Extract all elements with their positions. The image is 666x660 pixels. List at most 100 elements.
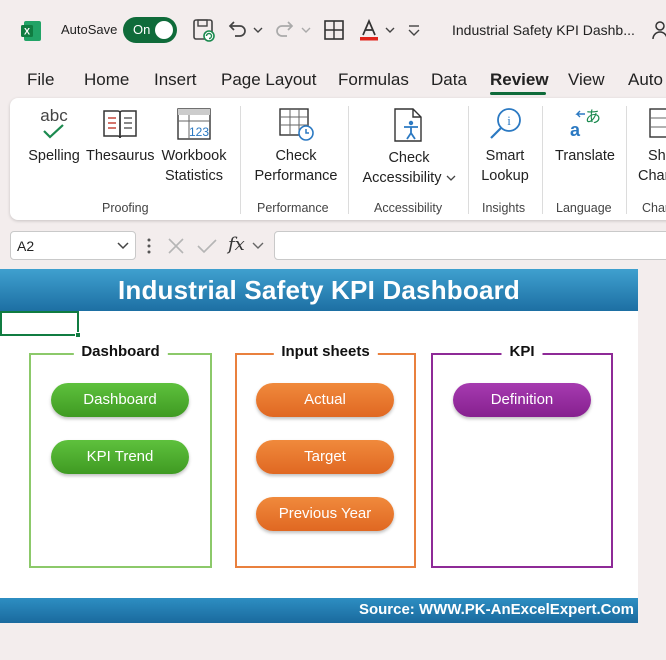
title-bar: X AutoSave On Industrial Safety KPI Dash…	[0, 0, 666, 62]
footer-source: Source: WWW.PK-AnExcelExpert.Com	[358, 601, 634, 618]
redo-dropdown-icon[interactable]	[300, 17, 312, 43]
spelling-icon: abc	[40, 106, 68, 139]
dashboard-banner: Industrial Safety KPI Dashboard	[0, 269, 638, 311]
banner-title: Industrial Safety KPI Dashboard	[117, 275, 521, 305]
check-performance-line2: Performance	[254, 168, 338, 184]
insert-function-icon[interactable]: fx	[228, 234, 245, 255]
group-separator	[542, 106, 543, 214]
excel-logo-icon: X	[21, 21, 41, 41]
more-options-icon[interactable]	[144, 236, 154, 256]
autosave-label: AutoSave	[61, 22, 118, 37]
smart-lookup-line1: Smart	[485, 148, 525, 164]
translate-icon: a あ	[570, 107, 601, 140]
show-changes-button[interactable]: Sh Chan	[638, 106, 666, 186]
tab-insert[interactable]: Insert	[154, 70, 197, 90]
source-footer: Source: WWW.PK-AnExcelExpert.Com	[0, 598, 638, 623]
spelling-label: Spelling	[28, 148, 80, 164]
tab-review[interactable]: Review	[490, 70, 549, 90]
autosave-state: On	[133, 22, 151, 37]
show-changes-line2: Chan	[638, 168, 666, 184]
workbook-statistics-line2: Statistics	[164, 168, 223, 184]
redo-icon[interactable]	[272, 17, 298, 43]
check-performance-button[interactable]: Check Performance	[248, 106, 344, 186]
svg-text:X: X	[24, 27, 30, 37]
undo-icon[interactable]	[224, 17, 250, 43]
save-icon[interactable]	[191, 17, 217, 43]
group-label-proofing: Proofing	[102, 201, 149, 215]
svg-text:a: a	[570, 120, 581, 140]
tab-page-layout[interactable]: Page Layout	[221, 70, 316, 90]
group-label-insights: Insights	[482, 201, 526, 215]
smart-lookup-icon: i	[490, 108, 521, 139]
active-tab-indicator	[490, 92, 546, 95]
definition-button[interactable]: Definition	[453, 383, 591, 417]
show-changes-icon	[649, 108, 666, 138]
panel-dashboard: Dashboard Dashboard KPI Trend	[29, 343, 212, 568]
previous-year-button[interactable]: Previous Year	[256, 497, 394, 531]
name-box-value: A2	[17, 238, 35, 254]
fill-handle[interactable]	[75, 332, 81, 338]
check-accessibility-button[interactable]: Check Accessibility	[354, 106, 464, 188]
panel-kpi-title: KPI	[501, 343, 543, 360]
toggle-knob	[155, 21, 173, 39]
panel-input-sheets-title: Input sheets	[273, 343, 378, 360]
tab-automate[interactable]: Auto	[628, 70, 663, 90]
chevron-down-icon[interactable]	[252, 241, 264, 251]
font-color-icon[interactable]	[356, 17, 382, 43]
undo-dropdown-icon[interactable]	[252, 17, 264, 43]
account-icon[interactable]	[652, 20, 666, 40]
group-label-performance: Performance	[257, 201, 329, 215]
smart-lookup-button[interactable]: i Smart Lookup	[472, 106, 538, 186]
workbook-statistics-line1: Workbook	[161, 148, 227, 164]
chevron-down-icon	[446, 175, 455, 181]
ribbon: abc Spelling Thesaurus 123 Workbook Stat…	[10, 98, 666, 220]
font-color-dropdown-icon[interactable]	[384, 17, 396, 43]
thesaurus-book-icon	[103, 110, 137, 139]
show-changes-line1: Sh	[648, 148, 666, 164]
group-separator	[468, 106, 469, 214]
selected-cell-a2[interactable]	[0, 311, 81, 338]
worksheet[interactable]: Industrial Safety KPI Dashboard Dashboar…	[0, 269, 638, 623]
group-separator	[240, 106, 241, 214]
svg-text:あ: あ	[585, 107, 601, 126]
customize-toolbar-icon[interactable]	[404, 17, 424, 43]
translate-label: Translate	[555, 148, 615, 164]
cancel-icon[interactable]	[166, 236, 186, 256]
svg-text:i: i	[507, 113, 511, 128]
borders-icon[interactable]	[321, 17, 347, 43]
svg-text:abc: abc	[40, 106, 68, 125]
target-button[interactable]: Target	[256, 440, 394, 474]
panel-kpi: KPI Definition	[431, 343, 613, 568]
tab-home[interactable]: Home	[84, 70, 129, 90]
smart-lookup-line2: Lookup	[481, 168, 529, 184]
tab-file[interactable]: File	[27, 70, 54, 90]
group-label-accessibility: Accessibility	[374, 201, 443, 215]
formula-controls: fx	[144, 231, 270, 260]
enter-check-icon[interactable]	[196, 236, 218, 256]
check-accessibility-line1: Check	[388, 150, 430, 166]
name-box[interactable]: A2	[10, 231, 136, 260]
group-separator	[348, 106, 349, 214]
tab-view[interactable]: View	[568, 70, 605, 90]
thesaurus-button[interactable]: Thesaurus	[86, 106, 155, 166]
group-label-changes: Chan	[642, 201, 666, 215]
document-title: Industrial Safety KPI Dashb...	[452, 22, 635, 38]
spelling-button[interactable]: abc Spelling	[24, 106, 84, 166]
dashboard-button[interactable]: Dashboard	[51, 383, 189, 417]
kpi-trend-button[interactable]: KPI Trend	[51, 440, 189, 474]
tab-formulas[interactable]: Formulas	[338, 70, 409, 90]
tab-data[interactable]: Data	[431, 70, 467, 90]
group-separator	[626, 106, 627, 214]
panel-dashboard-title: Dashboard	[73, 343, 168, 360]
workbook-statistics-button[interactable]: 123 Workbook Statistics	[156, 106, 232, 186]
translate-button[interactable]: a あ Translate	[550, 106, 620, 166]
panel-input-sheets: Input sheets Actual Target Previous Year	[235, 343, 416, 568]
formula-input[interactable]	[274, 231, 666, 260]
chevron-down-icon[interactable]	[117, 241, 129, 251]
actual-button[interactable]: Actual	[256, 383, 394, 417]
thesaurus-label: Thesaurus	[86, 148, 155, 164]
svg-text:123: 123	[189, 125, 209, 139]
autosave-toggle[interactable]: On	[123, 17, 177, 43]
check-accessibility-icon	[394, 108, 422, 142]
ribbon-tabs: File Home Insert Page Layout Formulas Da…	[0, 66, 666, 96]
